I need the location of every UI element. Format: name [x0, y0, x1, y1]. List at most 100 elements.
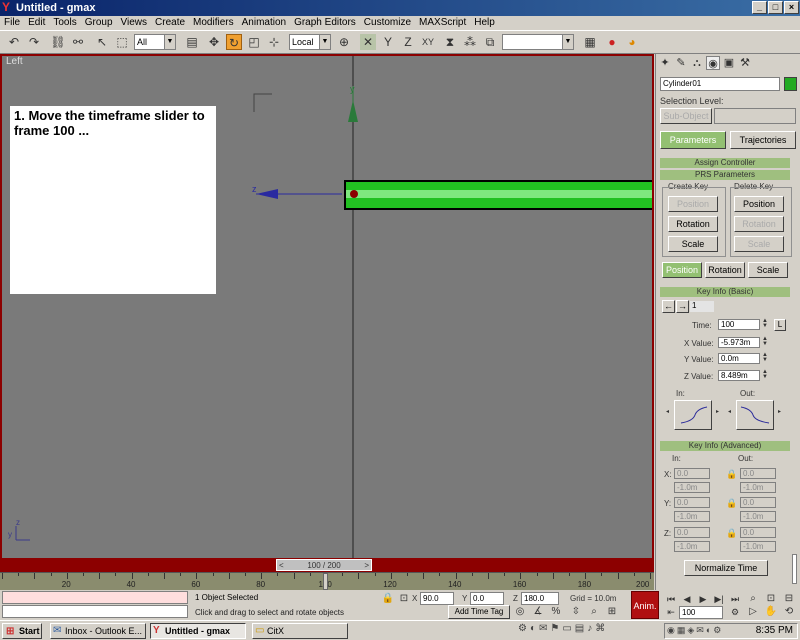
out-tangent-type-button[interactable]: [736, 400, 774, 430]
named-selection-dropdown[interactable]: ▼: [502, 34, 574, 50]
time-slider-thumb[interactable]: < 100 / 200 >: [276, 559, 372, 571]
arc-rotate-icon[interactable]: ⟲: [781, 604, 797, 620]
object-color-swatch[interactable]: [784, 77, 797, 91]
object-name-field[interactable]: Cylinder01: [660, 77, 780, 91]
assign-controller-rollout[interactable]: Assign Controller: [660, 158, 790, 168]
redo-icon[interactable]: ↷: [26, 34, 42, 50]
pan-icon[interactable]: ✋: [763, 604, 779, 620]
menu-views[interactable]: Views: [117, 16, 152, 30]
adv-in-x-field[interactable]: 0.0: [674, 468, 710, 479]
zoom-all-icon[interactable]: ⊞: [604, 604, 620, 620]
adv-in-x2-field[interactable]: -1.0m: [674, 482, 710, 493]
add-time-tag-button[interactable]: Add Time Tag: [448, 605, 510, 619]
delete-position-key-button[interactable]: Position: [734, 196, 784, 212]
undo-icon[interactable]: ↶: [6, 34, 22, 50]
anim-mode-button[interactable]: Anim.: [631, 591, 659, 619]
close-button[interactable]: ×: [784, 1, 799, 14]
prev-key-icon[interactable]: ←: [662, 300, 675, 313]
scale-icon[interactable]: ◰: [246, 34, 262, 50]
panel-scrollbar[interactable]: [792, 554, 797, 584]
absolute-mode-icon[interactable]: ⊡: [396, 591, 412, 607]
render-icon[interactable]: ●: [604, 34, 620, 50]
selection-filter-dropdown[interactable]: All ▼: [134, 34, 176, 50]
current-frame-marker[interactable]: [323, 573, 328, 590]
select-by-name-icon[interactable]: ▤: [184, 34, 200, 50]
menu-group[interactable]: Group: [81, 16, 117, 30]
in-prev-arrow-icon[interactable]: ◂: [666, 409, 673, 421]
adv-y-lock-icon[interactable]: 🔒: [726, 498, 737, 509]
parameters-tab-button[interactable]: Parameters: [660, 131, 726, 149]
x-value-spinner-icon[interactable]: ▲ ▼: [762, 336, 769, 348]
delete-rotation-key-button[interactable]: Rotation: [734, 216, 784, 232]
x-coord-field[interactable]: 90.0: [420, 592, 454, 605]
modify-tab-icon[interactable]: ✎: [674, 56, 688, 70]
delete-scale-key-button[interactable]: Scale: [734, 236, 784, 252]
menu-graph-editors[interactable]: Graph Editors: [290, 16, 360, 30]
constrain-plane-icon[interactable]: XY: [420, 34, 436, 50]
in-next-arrow-icon[interactable]: ▸: [716, 409, 723, 421]
menu-tools[interactable]: Tools: [49, 16, 80, 30]
menu-animation[interactable]: Animation: [238, 16, 290, 30]
adv-in-y2-field[interactable]: -1.0m: [674, 511, 710, 522]
z-value-spinner-icon[interactable]: ▲ ▼: [762, 369, 769, 381]
percent-snap-icon[interactable]: %: [548, 604, 564, 620]
adv-z-lock-icon[interactable]: 🔒: [726, 528, 737, 539]
adv-out-x-field[interactable]: 0.0: [740, 468, 776, 479]
menu-modifiers[interactable]: Modifiers: [189, 16, 238, 30]
adv-out-z2-field[interactable]: -1.0m: [740, 541, 776, 552]
adv-out-y2-field[interactable]: -1.0m: [740, 511, 776, 522]
adv-out-y-field[interactable]: 0.0: [740, 497, 776, 508]
adv-in-y-field[interactable]: 0.0: [674, 497, 710, 508]
angle-snap-icon[interactable]: ∡: [530, 604, 546, 620]
in-tangent-type-button[interactable]: [674, 400, 712, 430]
coord-system-dropdown[interactable]: Local ▼: [289, 34, 331, 50]
move-icon[interactable]: ✥: [206, 34, 222, 50]
menu-help[interactable]: Help: [470, 16, 499, 30]
time-spinner-icon[interactable]: ▲ ▼: [762, 318, 769, 330]
hierarchy-tab-icon[interactable]: ⛬: [690, 56, 704, 70]
maxscript-listener[interactable]: [2, 591, 188, 604]
array-icon[interactable]: ⁂: [462, 34, 478, 50]
adv-out-x2-field[interactable]: -1.0m: [740, 482, 776, 493]
prs-parameters-rollout[interactable]: PRS Parameters: [660, 170, 790, 180]
z-value-field[interactable]: 8.489m: [718, 370, 760, 381]
key-info-advanced-rollout[interactable]: Key Info (Advanced): [660, 441, 790, 451]
adv-in-z2-field[interactable]: -1.0m: [674, 541, 710, 552]
create-rotation-key-button[interactable]: Rotation: [668, 216, 718, 232]
mirror-icon[interactable]: ⧗: [442, 34, 458, 50]
rotate-icon[interactable]: ↻: [226, 34, 242, 50]
y-value-spinner-icon[interactable]: ▲ ▼: [762, 352, 769, 364]
slider-next-icon[interactable]: >: [364, 560, 369, 571]
lock-selection-icon[interactable]: 🔒: [380, 591, 396, 607]
constrain-z-icon[interactable]: Z: [400, 34, 416, 50]
create-position-key-button[interactable]: Position: [668, 196, 718, 212]
zoom-icon[interactable]: ⌕: [586, 604, 602, 620]
motion-tab-icon[interactable]: ◉: [706, 56, 720, 70]
quick-launch-tray[interactable]: ⚙◐✉⚑▭▤♪⌘: [518, 623, 660, 639]
track-bar[interactable]: 20406080100120140160180200: [0, 572, 654, 590]
y-coord-field[interactable]: 0.0: [470, 592, 504, 605]
x-value-field[interactable]: -5.973m: [718, 337, 760, 348]
tray-icons[interactable]: ◉▦◈✉◐⚙: [667, 625, 723, 636]
taskbar-gmax[interactable]: Y Untitled - gmax: [150, 623, 246, 639]
sub-object-button[interactable]: Sub-Object: [660, 108, 712, 124]
spinner-snap-icon[interactable]: ⇳: [568, 604, 584, 620]
next-key-icon[interactable]: →: [676, 300, 689, 313]
rotation-mode-button[interactable]: Rotation: [705, 262, 745, 278]
minimize-button[interactable]: _: [752, 1, 767, 14]
field-of-view-icon[interactable]: ▷: [745, 604, 761, 620]
menu-customize[interactable]: Customize: [360, 16, 415, 30]
menu-file[interactable]: File: [0, 16, 24, 30]
prev-frame-icon[interactable]: ◀: [679, 591, 695, 607]
snap-icon[interactable]: ⧉: [482, 34, 498, 50]
constrain-x-icon[interactable]: ✕: [360, 34, 376, 50]
sub-object-dropdown[interactable]: [714, 108, 796, 124]
menu-edit[interactable]: Edit: [24, 16, 49, 30]
link-icon[interactable]: ⛓: [50, 34, 66, 50]
viewport-left[interactable]: Left y z z y 1. Move the timeframe slide…: [0, 54, 654, 572]
key-time-field[interactable]: 100: [718, 319, 760, 330]
out-prev-arrow-icon[interactable]: ◂: [728, 409, 735, 421]
region-select-icon[interactable]: ⬚: [114, 34, 130, 50]
taskbar-outlook[interactable]: ✉ Inbox - Outlook E...: [50, 623, 146, 639]
create-scale-key-button[interactable]: Scale: [668, 236, 718, 252]
